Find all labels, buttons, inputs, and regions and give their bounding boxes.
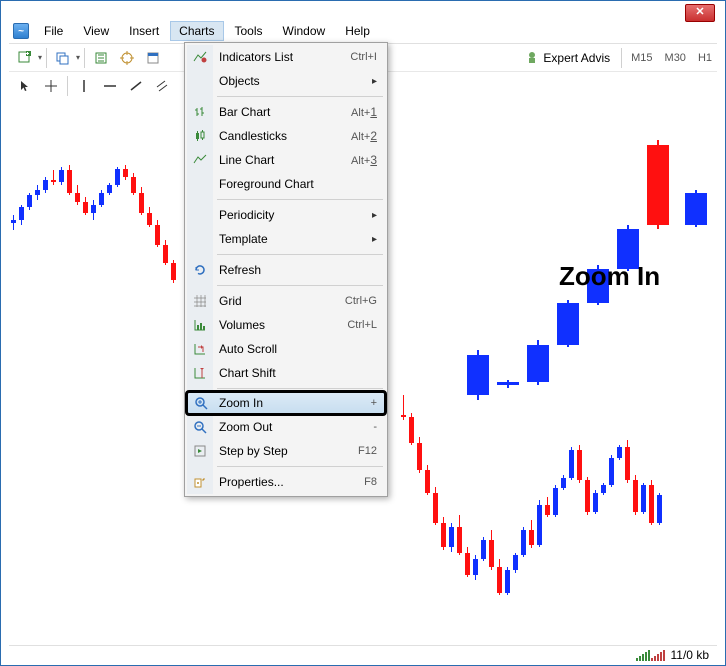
chartshift-icon — [192, 365, 208, 381]
autoscroll-icon — [192, 341, 208, 357]
menu-item-label: Grid — [219, 294, 345, 308]
menu-shortcut: Ctrl+L — [347, 319, 377, 331]
bar-chart-icon — [192, 104, 208, 120]
menu-help[interactable]: Help — [336, 21, 379, 41]
menu-item-refresh[interactable]: Refresh — [187, 258, 385, 282]
properties-icon — [192, 474, 208, 490]
new-chart-button[interactable] — [13, 47, 37, 69]
menu-shortcut: + — [371, 397, 377, 409]
menu-shortcut: F12 — [358, 445, 377, 457]
menu-insert[interactable]: Insert — [120, 21, 168, 41]
menu-item-candlesticks[interactable]: CandlesticksAlt+2 — [187, 124, 385, 148]
submenu-arrow-icon: ▸ — [372, 76, 377, 87]
connection-bars-icon — [636, 649, 665, 661]
annotation-label: Zoom In — [559, 261, 660, 292]
app-icon: ~ — [13, 23, 29, 39]
expert-label: Expert Advis — [543, 51, 610, 65]
data-window-button[interactable] — [141, 47, 165, 69]
expert-icon — [525, 51, 539, 65]
crosshair-button[interactable] — [115, 47, 139, 69]
menu-item-label: Chart Shift — [219, 366, 377, 380]
menu-shortcut: Ctrl+G — [345, 295, 377, 307]
menubar: ~ File View Insert Charts Tools Window H… — [9, 20, 717, 42]
menu-item-bar-chart[interactable]: Bar ChartAlt+1 — [187, 100, 385, 124]
menu-item-label: Line Chart — [219, 153, 351, 167]
menu-item-label: Step by Step — [219, 444, 358, 458]
menu-item-label: Periodicity — [219, 208, 372, 222]
menu-charts[interactable]: Charts — [170, 21, 223, 41]
market-watch-button[interactable] — [89, 47, 113, 69]
menu-tools[interactable]: Tools — [226, 21, 272, 41]
line-chart-icon — [192, 152, 208, 168]
submenu-arrow-icon: ▸ — [372, 210, 377, 221]
menu-item-zoom-out[interactable]: Zoom Out- — [187, 415, 385, 439]
menu-item-label: Properties... — [219, 475, 364, 489]
timeframe-m30[interactable]: M30 — [660, 50, 691, 66]
menu-item-label: Template — [219, 232, 372, 246]
grid-icon — [192, 293, 208, 309]
channel-button[interactable] — [150, 75, 174, 97]
menu-item-properties[interactable]: Properties...F8 — [187, 470, 385, 494]
timeframe-m15[interactable]: M15 — [626, 50, 657, 66]
menu-item-label: Zoom Out — [219, 420, 373, 434]
volumes-icon — [192, 317, 208, 333]
crosshair-tool-button[interactable] — [39, 75, 63, 97]
cursor-button[interactable] — [13, 75, 37, 97]
timeframe-h1[interactable]: H1 — [693, 50, 717, 66]
menu-item-label: Bar Chart — [219, 105, 351, 119]
menu-shortcut: - — [373, 421, 377, 433]
menu-item-label: Auto Scroll — [219, 342, 377, 356]
expert-advisors-button[interactable]: Expert Advis — [518, 47, 617, 69]
menu-item-label: Zoom In — [219, 396, 371, 410]
menu-item-label: Foreground Chart — [219, 177, 377, 191]
menu-item-objects[interactable]: Objects▸ — [187, 69, 385, 93]
menu-item-label: Objects — [219, 74, 372, 88]
zoom-in-icon — [193, 395, 209, 411]
menu-window[interactable]: Window — [274, 21, 335, 41]
menu-item-indicators-list[interactable]: Indicators ListCtrl+I — [187, 45, 385, 69]
menu-item-foreground-chart[interactable]: Foreground Chart — [187, 172, 385, 196]
menu-item-step-by-step[interactable]: Step by StepF12 — [187, 439, 385, 463]
trendline-button[interactable] — [124, 75, 148, 97]
horizontal-line-button[interactable] — [98, 75, 122, 97]
blank-icon — [192, 207, 208, 223]
menu-item-periodicity[interactable]: Periodicity▸ — [187, 203, 385, 227]
menu-item-auto-scroll[interactable]: Auto Scroll — [187, 337, 385, 361]
candlesticks-icon — [192, 128, 208, 144]
blank-icon — [192, 231, 208, 247]
step-icon — [192, 443, 208, 459]
menu-shortcut: Alt+3 — [351, 153, 377, 167]
menu-shortcut: Ctrl+I — [350, 51, 377, 63]
menu-item-chart-shift[interactable]: Chart Shift — [187, 361, 385, 385]
menu-item-grid[interactable]: GridCtrl+G — [187, 289, 385, 313]
menu-item-label: Candlesticks — [219, 129, 351, 143]
status-bar: 11/0 kb — [9, 645, 717, 663]
menu-file[interactable]: File — [35, 21, 72, 41]
profiles-button[interactable] — [51, 47, 75, 69]
menu-shortcut: Alt+1 — [351, 105, 377, 119]
caret-icon[interactable]: ▾ — [76, 53, 80, 62]
menu-item-line-chart[interactable]: Line ChartAlt+3 — [187, 148, 385, 172]
menu-item-zoom-in[interactable]: Zoom In+ — [187, 392, 385, 414]
submenu-arrow-icon: ▸ — [372, 234, 377, 245]
app-window: ✕ ~ File View Insert Charts Tools Window… — [0, 0, 726, 666]
menu-item-label: Refresh — [219, 263, 377, 277]
blank-icon — [192, 176, 208, 192]
menu-shortcut: F8 — [364, 476, 377, 488]
menu-item-label: Volumes — [219, 318, 347, 332]
menu-item-template[interactable]: Template▸ — [187, 227, 385, 251]
zoom-out-icon — [192, 419, 208, 435]
menu-view[interactable]: View — [74, 21, 118, 41]
caret-icon[interactable]: ▾ — [38, 53, 42, 62]
charts-dropdown-menu: Indicators ListCtrl+IObjects▸Bar ChartAl… — [184, 42, 388, 497]
indicators-icon — [192, 49, 208, 65]
refresh-icon — [192, 262, 208, 278]
blank-icon — [192, 73, 208, 89]
menu-item-label: Indicators List — [219, 50, 350, 64]
menu-item-volumes[interactable]: VolumesCtrl+L — [187, 313, 385, 337]
menu-shortcut: Alt+2 — [351, 129, 377, 143]
vertical-line-button[interactable] — [72, 75, 96, 97]
status-kb: 11/0 kb — [671, 648, 709, 662]
